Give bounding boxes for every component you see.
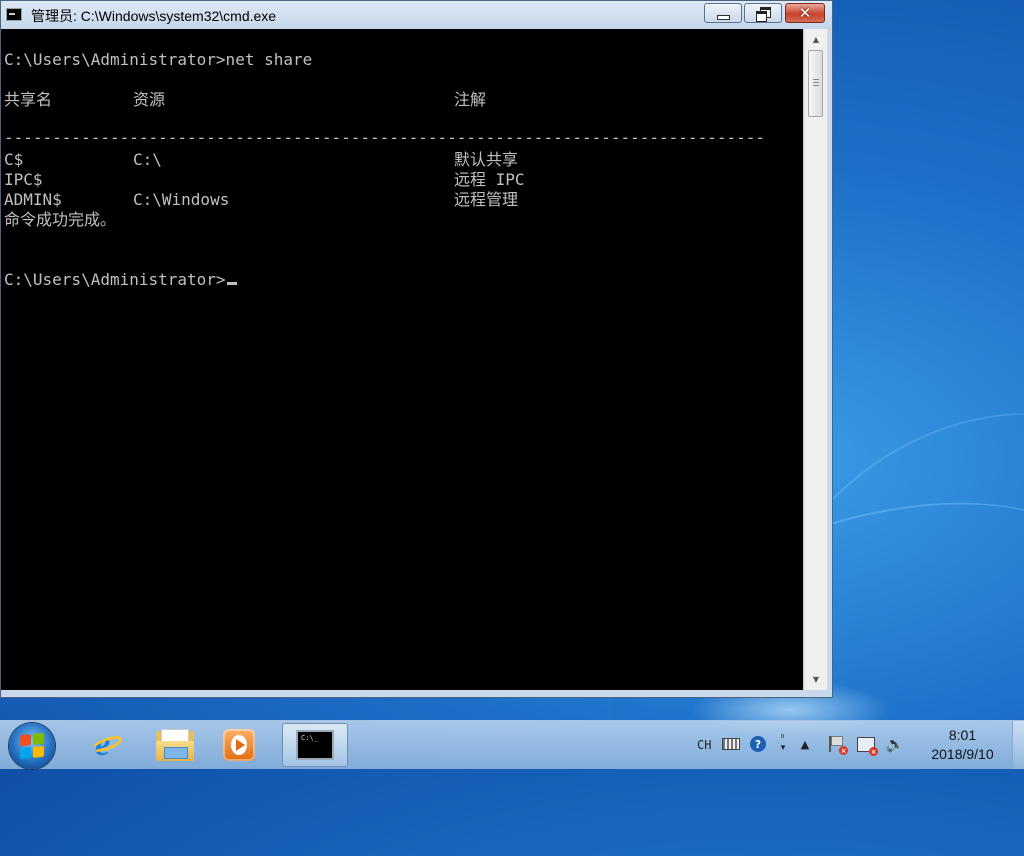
minimize-button[interactable] xyxy=(704,3,742,23)
system-clock[interactable]: 8:01 2018/9/10 xyxy=(915,726,1010,764)
restore-button[interactable] xyxy=(744,3,782,23)
scroll-up-arrow-icon[interactable]: ▲ xyxy=(805,31,827,48)
share-row-resource: C:\Windows xyxy=(133,190,230,209)
command-line: C:\Users\Administrator>net share xyxy=(4,50,313,69)
volume-icon[interactable]: 🔈 xyxy=(886,735,905,753)
close-icon: ✕ xyxy=(798,3,812,22)
ime-language-indicator[interactable]: CH xyxy=(697,721,711,769)
show-hidden-icons-arrow-icon[interactable]: ▲ xyxy=(796,735,814,753)
share-row-name: IPC$ xyxy=(4,170,43,189)
title-bar[interactable]: 管理员: C:\Windows\system32\cmd.exe ✕ xyxy=(1,1,832,29)
text-cursor xyxy=(226,282,237,285)
cmd-window[interactable]: 管理员: C:\Windows\system32\cmd.exe ✕ C:\Us… xyxy=(0,0,833,698)
ime-options-icon[interactable]: ⁰ ▾ xyxy=(774,735,792,753)
clock-date: 2018/9/10 xyxy=(931,746,994,762)
scroll-down-arrow-icon[interactable]: ▼ xyxy=(805,671,827,688)
share-row-name: ADMIN$ xyxy=(4,190,62,209)
cmd-icon: C:\_ xyxy=(296,730,334,760)
start-button[interactable] xyxy=(9,723,55,769)
restore-icon xyxy=(756,7,771,22)
header-share-name: 共享名 xyxy=(4,90,53,109)
keyboard-icon[interactable] xyxy=(722,735,740,753)
separator-line: ----------------------------------------… xyxy=(4,128,765,147)
header-remark: 注解 xyxy=(454,90,487,109)
result-message: 命令成功完成。 xyxy=(4,210,117,229)
prompt-line[interactable]: C:\Users\Administrator> xyxy=(4,270,237,290)
cmd-window-icon[interactable] xyxy=(6,8,22,21)
share-row-resource: C:\ xyxy=(133,150,162,169)
minimize-icon xyxy=(716,14,730,20)
action-center-icon[interactable]: × xyxy=(828,735,848,755)
header-resource: 资源 xyxy=(133,90,166,109)
scrollbar-thumb[interactable] xyxy=(808,50,823,117)
share-row-remark: 远程管理 xyxy=(454,190,519,209)
console-output[interactable]: C:\Users\Administrator>net share 共享名 资源 … xyxy=(1,29,803,690)
share-row-remark: 远程 IPC xyxy=(454,170,525,189)
folder-icon xyxy=(156,729,194,761)
prompt-text: C:\Users\Administrator> xyxy=(4,270,226,289)
media-player-icon xyxy=(223,729,255,761)
internet-explorer-icon: e xyxy=(89,728,125,762)
share-row-name: C$ xyxy=(4,150,24,169)
taskbar-windows-explorer[interactable] xyxy=(142,723,208,767)
network-icon[interactable]: × xyxy=(857,735,878,756)
close-button[interactable]: ✕ xyxy=(785,3,825,23)
show-desktop-button[interactable] xyxy=(1012,721,1024,769)
taskbar: e C:\_ CH ? ⁰ ▾ ▲ × × 🔈 8:01 2018/9/10 xyxy=(0,720,1024,769)
window-title: 管理员: C:\Windows\system32\cmd.exe xyxy=(31,8,277,24)
vertical-scrollbar[interactable]: ▲ ▼ xyxy=(804,29,827,690)
taskbar-internet-explorer[interactable]: e xyxy=(74,723,140,767)
taskbar-media-player[interactable] xyxy=(206,723,272,767)
windows-logo-icon xyxy=(20,732,44,760)
share-row-remark: 默认共享 xyxy=(454,150,519,169)
clock-time: 8:01 xyxy=(948,727,977,743)
help-icon[interactable]: ? xyxy=(749,735,767,753)
taskbar-cmd-active[interactable]: C:\_ xyxy=(282,723,348,767)
